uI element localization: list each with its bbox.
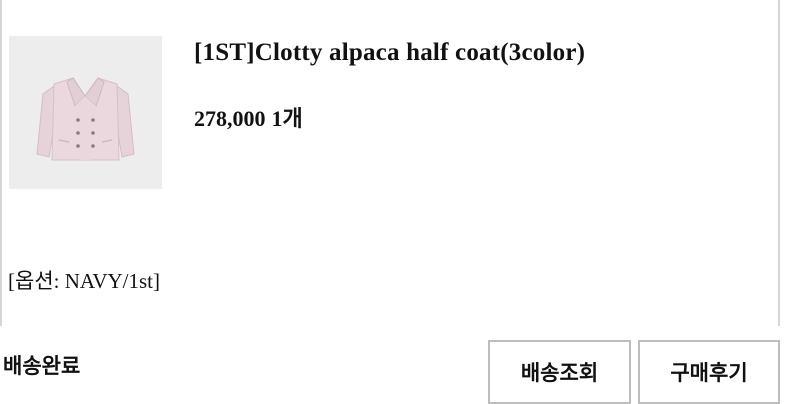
order-item-card: [1ST]Clotty alpaca half coat(3color) 278… — [0, 0, 780, 326]
track-delivery-button[interactable]: 배송조회 — [488, 340, 631, 404]
price-quantity: 278,000 1개 — [194, 101, 303, 133]
product-quantity: 1개 — [271, 106, 303, 131]
delivery-status: 배송완료 — [3, 354, 81, 378]
product-price: 278,000 — [194, 106, 266, 131]
product-thumbnail[interactable] — [9, 36, 162, 189]
write-review-button[interactable]: 구매후기 — [638, 340, 780, 404]
product-name-link[interactable]: [1ST]Clotty alpaca half coat(3color) — [194, 39, 585, 67]
product-option: [옵션: NAVY/1st] — [8, 269, 161, 293]
coat-photo-icon — [9, 36, 162, 189]
